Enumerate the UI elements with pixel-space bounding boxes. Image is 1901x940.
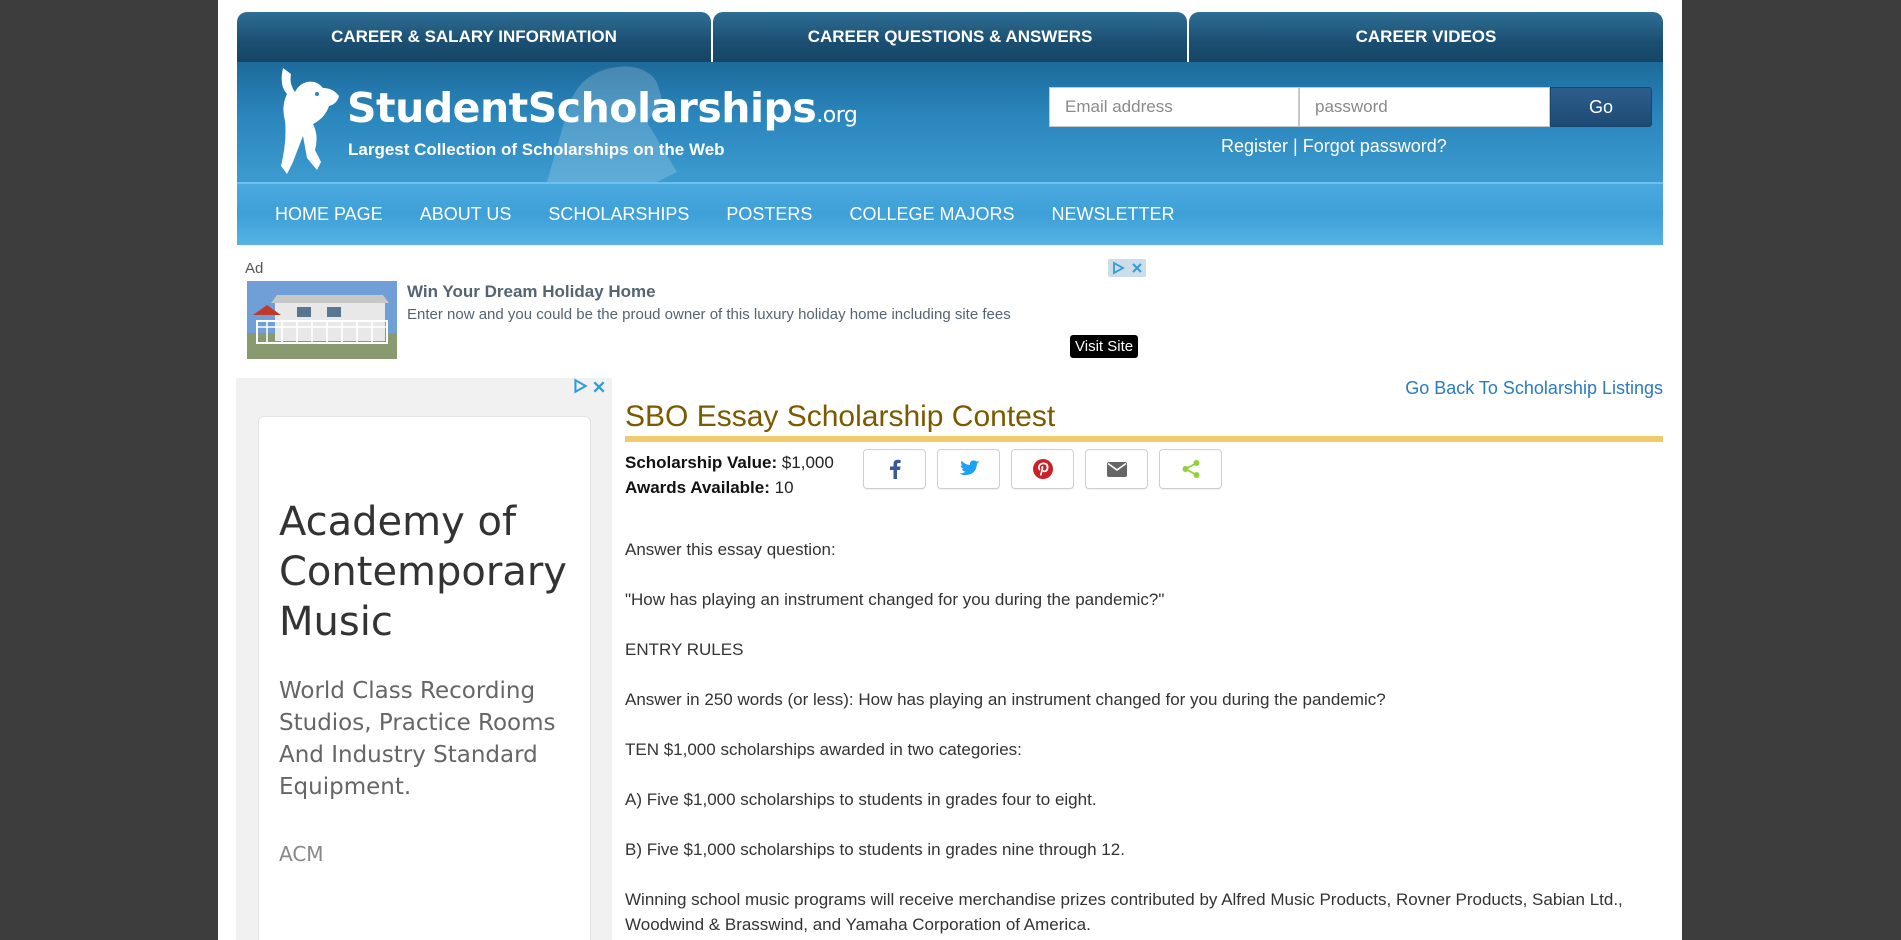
twitter-icon: [958, 460, 980, 476]
pinterest-share-button[interactable]: [1011, 449, 1074, 489]
site-logo-title[interactable]: StudentScholarships.org: [347, 84, 858, 132]
scholarship-description: Answer this essay question: "How has pla…: [625, 537, 1665, 940]
description-paragraph: A) Five $1,000 scholarships to students …: [625, 790, 1097, 809]
side-ad-description: World Class Recording Studios, Practice …: [279, 678, 556, 800]
awards-available: Awards Available: 10: [625, 475, 834, 500]
link-separator: |: [1293, 136, 1298, 156]
tab-career-videos[interactable]: CAREER VIDEOS: [1189, 12, 1663, 62]
main-nav: HOME PAGE ABOUT US SCHOLARSHIPS POSTERS …: [237, 182, 1663, 245]
password-field[interactable]: [1299, 87, 1550, 127]
adchoices-icon[interactable]: [572, 378, 588, 394]
side-ad-title[interactable]: Academy of Contemporary Music: [279, 497, 579, 647]
ad-label: Ad: [245, 260, 264, 277]
nav-item-scholarships[interactable]: SCHOLARSHIPS: [548, 204, 689, 225]
ad-choices[interactable]: [572, 378, 606, 399]
side-ad-brand: ACM: [279, 842, 324, 866]
scholarship-value-amount: $1,000: [781, 453, 834, 472]
lion-logo-icon[interactable]: [273, 66, 343, 178]
facebook-icon: [889, 459, 901, 479]
description-paragraph: Answer this essay question:: [625, 540, 836, 559]
awards-available-label: Awards Available:: [625, 478, 770, 497]
adchoices-icon[interactable]: [1111, 261, 1125, 275]
career-nav: CAREER & SALARY INFORMATION CAREER QUEST…: [237, 12, 1663, 62]
description-paragraph: Winning school music programs will recei…: [625, 890, 1623, 934]
tab-career-salary[interactable]: CAREER & SALARY INFORMATION: [237, 12, 711, 62]
page-title: SBO Essay Scholarship Contest: [625, 400, 1056, 433]
holiday-home-image[interactable]: [247, 281, 397, 359]
pinterest-icon: [1032, 459, 1053, 479]
twitter-share-button[interactable]: [937, 449, 1000, 489]
scholarship-value-label: Scholarship Value:: [625, 453, 778, 472]
share-buttons: [863, 449, 1233, 489]
nav-item-home[interactable]: HOME PAGE: [275, 204, 383, 225]
ad-headline[interactable]: Win Your Dream Holiday Home: [407, 282, 656, 302]
go-button[interactable]: Go: [1550, 87, 1652, 127]
scholarship-value: Scholarship Value: $1,000: [625, 450, 834, 475]
brand-name: StudentScholarships: [347, 84, 817, 132]
description-paragraph: TEN $1,000 scholarships awarded in two c…: [625, 740, 1022, 759]
site-tagline: Largest Collection of Scholarships on th…: [348, 140, 725, 159]
close-icon[interactable]: [592, 380, 606, 394]
facebook-share-button[interactable]: [863, 449, 926, 489]
nav-item-posters[interactable]: POSTERS: [726, 204, 812, 225]
share-icon: [1182, 460, 1199, 478]
description-paragraph: ENTRY RULES: [625, 640, 744, 659]
forgot-password-link[interactable]: Forgot password?: [1303, 136, 1447, 156]
email-field[interactable]: [1049, 87, 1299, 127]
email-share-button[interactable]: [1085, 449, 1148, 489]
title-divider: [625, 436, 1663, 442]
description-paragraph: B) Five $1,000 scholarships to students …: [625, 840, 1125, 859]
header-banner: StudentScholarships.org Largest Collecti…: [237, 62, 1663, 182]
nav-item-newsletter[interactable]: NEWSLETTER: [1052, 204, 1175, 225]
description-paragraph: Answer in 250 words (or less): How has p…: [625, 690, 1386, 709]
side-ad[interactable]: Academy of Contemporary Music World Clas…: [236, 378, 612, 940]
page: CAREER & SALARY INFORMATION CAREER QUEST…: [218, 0, 1682, 940]
nav-item-about[interactable]: ABOUT US: [420, 204, 512, 225]
brand-tld: .org: [816, 103, 858, 128]
generic-share-button[interactable]: [1159, 449, 1222, 489]
nav-item-college-majors[interactable]: COLLEGE MAJORS: [849, 204, 1014, 225]
email-icon: [1106, 461, 1127, 477]
side-ad-card[interactable]: Academy of Contemporary Music World Clas…: [258, 416, 591, 940]
visit-site-button[interactable]: Visit Site: [1070, 335, 1139, 358]
tab-career-questions[interactable]: CAREER QUESTIONS & ANSWERS: [713, 12, 1187, 62]
close-icon[interactable]: [1131, 262, 1143, 274]
ad-choices[interactable]: [1108, 259, 1146, 277]
awards-available-count: 10: [774, 478, 794, 497]
scholarship-meta: Scholarship Value: $1,000 Awards Availab…: [625, 450, 834, 500]
back-to-listings-link[interactable]: Go Back To Scholarship Listings: [1405, 378, 1663, 399]
description-paragraph: "How has playing an instrument changed f…: [625, 590, 1165, 609]
register-link[interactable]: Register: [1221, 136, 1288, 156]
login-links: Register | Forgot password?: [1221, 136, 1447, 157]
ad-body: Enter now and you could be the proud own…: [407, 306, 1011, 323]
